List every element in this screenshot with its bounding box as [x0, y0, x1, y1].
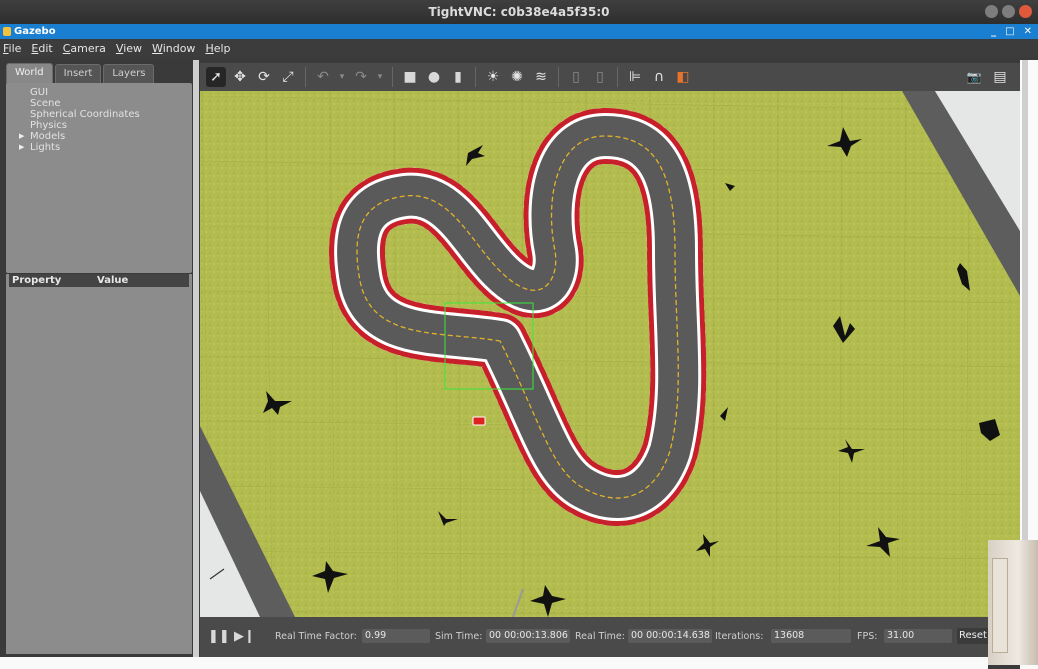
simulation-status-bar: ❚❚ ▶❙ Real Time Factor: 0.99 Sim Time: 0…	[200, 617, 1020, 657]
property-panel: Property Value	[6, 274, 192, 654]
tab-layers[interactable]: Layers	[103, 64, 155, 84]
gazebo-app-icon	[3, 27, 11, 36]
select-tool-icon[interactable]: ➚	[206, 67, 226, 87]
scene-viewport[interactable]	[200, 91, 1020, 617]
menu-file[interactable]: File	[3, 42, 21, 55]
tree-item-models[interactable]: Models	[6, 131, 192, 142]
real-time-factor-label: Real Time Factor:	[275, 631, 357, 642]
pause-icon[interactable]: ❚❚	[208, 629, 230, 644]
bottom-edge	[0, 657, 988, 669]
left-panel-tabs: World Insert Layers	[3, 60, 195, 84]
iterations-value: 13608	[771, 629, 851, 643]
tree-item-lights[interactable]: Lights	[6, 142, 192, 153]
menu-window[interactable]: Window	[152, 42, 195, 55]
toolbar-separator	[305, 67, 306, 87]
vnc-titlebar: TightVNC: c0b38e4a5f35:0	[0, 0, 1038, 24]
translate-tool-icon[interactable]: ✥	[230, 67, 250, 87]
menu-edit[interactable]: Edit	[31, 42, 52, 55]
tree-item-scene[interactable]: Scene	[6, 98, 192, 109]
screen: TightVNC: c0b38e4a5f35:0 Gazebo _ □ ✕ Fi…	[0, 0, 1038, 669]
undo-dropdown-icon[interactable]: ▾	[337, 67, 347, 87]
vnc-close-button[interactable]	[1019, 5, 1032, 18]
property-table-header: Property Value	[9, 274, 189, 287]
redo-dropdown-icon[interactable]: ▾	[375, 67, 385, 87]
scene-toolbar: ➚ ✥ ⟳ ⤢ ↶ ▾ ↷ ▾ ■ ● ▮ ☀ ✺ ≋ ▯ ▯ ⊫ ∩ ◧ 📷 …	[200, 63, 1020, 91]
vnc-title: TightVNC: c0b38e4a5f35:0	[428, 5, 610, 19]
scale-tool-icon[interactable]: ⤢	[278, 67, 298, 87]
undo-icon[interactable]: ↶	[313, 67, 333, 87]
real-time-value: 00 00:00:14.638	[628, 629, 712, 643]
app-title: Gazebo	[14, 26, 56, 37]
reset-button[interactable]: Reset	[957, 628, 989, 644]
redo-icon[interactable]: ↷	[351, 67, 371, 87]
real-time-factor-value: 0.99	[362, 629, 430, 643]
sim-time-value: 00 00:00:13.806	[486, 629, 570, 643]
box-shape-icon[interactable]: ■	[400, 67, 420, 87]
toolbar-separator	[617, 67, 618, 87]
gazebo-titlebar: Gazebo _ □ ✕	[0, 24, 1038, 39]
cylinder-shape-icon[interactable]: ▮	[448, 67, 468, 87]
panel-splitter[interactable]	[193, 60, 199, 657]
app-close-button[interactable]: ✕	[1024, 24, 1032, 39]
toolbar-separator	[475, 67, 476, 87]
webcam-overlay	[988, 540, 1038, 665]
scene-render	[200, 91, 1020, 617]
menu-help[interactable]: Help	[205, 42, 230, 55]
vnc-maximize-button[interactable]	[1002, 5, 1015, 18]
toolbar-right-group: 📷 ▤	[964, 67, 1010, 87]
view-angle-icon[interactable]: ◧	[673, 67, 693, 87]
log-icon[interactable]: ▤	[990, 67, 1010, 87]
spot-light-icon[interactable]: ✺	[507, 67, 527, 87]
sim-time-label: Sim Time:	[435, 631, 483, 642]
screenshot-icon[interactable]: 📷	[964, 67, 984, 87]
world-tree: GUI Scene Spherical Coordinates Physics …	[6, 83, 192, 273]
tab-insert[interactable]: Insert	[54, 64, 102, 84]
menubar: File Edit Camera View Window Help	[0, 39, 1038, 57]
menu-camera[interactable]: Camera	[63, 42, 106, 55]
fps-value: 31.00	[884, 629, 952, 643]
real-time-label: Real Time:	[575, 631, 625, 642]
vnc-window-buttons	[985, 5, 1032, 18]
toolbar-separator	[558, 67, 559, 87]
sphere-shape-icon[interactable]: ●	[424, 67, 444, 87]
toolbar-separator	[392, 67, 393, 87]
vnc-minimize-button[interactable]	[985, 5, 998, 18]
tab-world[interactable]: World	[6, 63, 53, 84]
fps-label: FPS:	[857, 631, 878, 642]
directional-light-icon[interactable]: ≋	[531, 67, 551, 87]
tree-item-spherical-coordinates[interactable]: Spherical Coordinates	[6, 109, 192, 120]
rotate-tool-icon[interactable]: ⟳	[254, 67, 274, 87]
app-maximize-button[interactable]: □	[1005, 24, 1014, 39]
align-icon[interactable]: ⊫	[625, 67, 645, 87]
copy-icon[interactable]: ▯	[566, 67, 586, 87]
tree-item-gui[interactable]: GUI	[6, 87, 192, 98]
value-column-header: Value	[97, 275, 129, 286]
iterations-label: Iterations:	[715, 631, 764, 642]
point-light-icon[interactable]: ☀	[483, 67, 503, 87]
app-window-buttons: _ □ ✕	[991, 24, 1032, 39]
tree-item-physics[interactable]: Physics	[6, 120, 192, 131]
app-minimize-button[interactable]: _	[991, 24, 996, 39]
webcam-door	[992, 558, 1008, 653]
snap-icon[interactable]: ∩	[649, 67, 669, 87]
grass-ground	[200, 91, 1020, 617]
left-panel: World Insert Layers GUI Scene Spherical …	[3, 60, 195, 657]
step-icon[interactable]: ▶❙	[234, 629, 255, 644]
property-column-header: Property	[12, 275, 62, 286]
car-model[interactable]	[472, 416, 486, 426]
menu-view[interactable]: View	[116, 42, 142, 55]
paste-icon[interactable]: ▯	[590, 67, 610, 87]
